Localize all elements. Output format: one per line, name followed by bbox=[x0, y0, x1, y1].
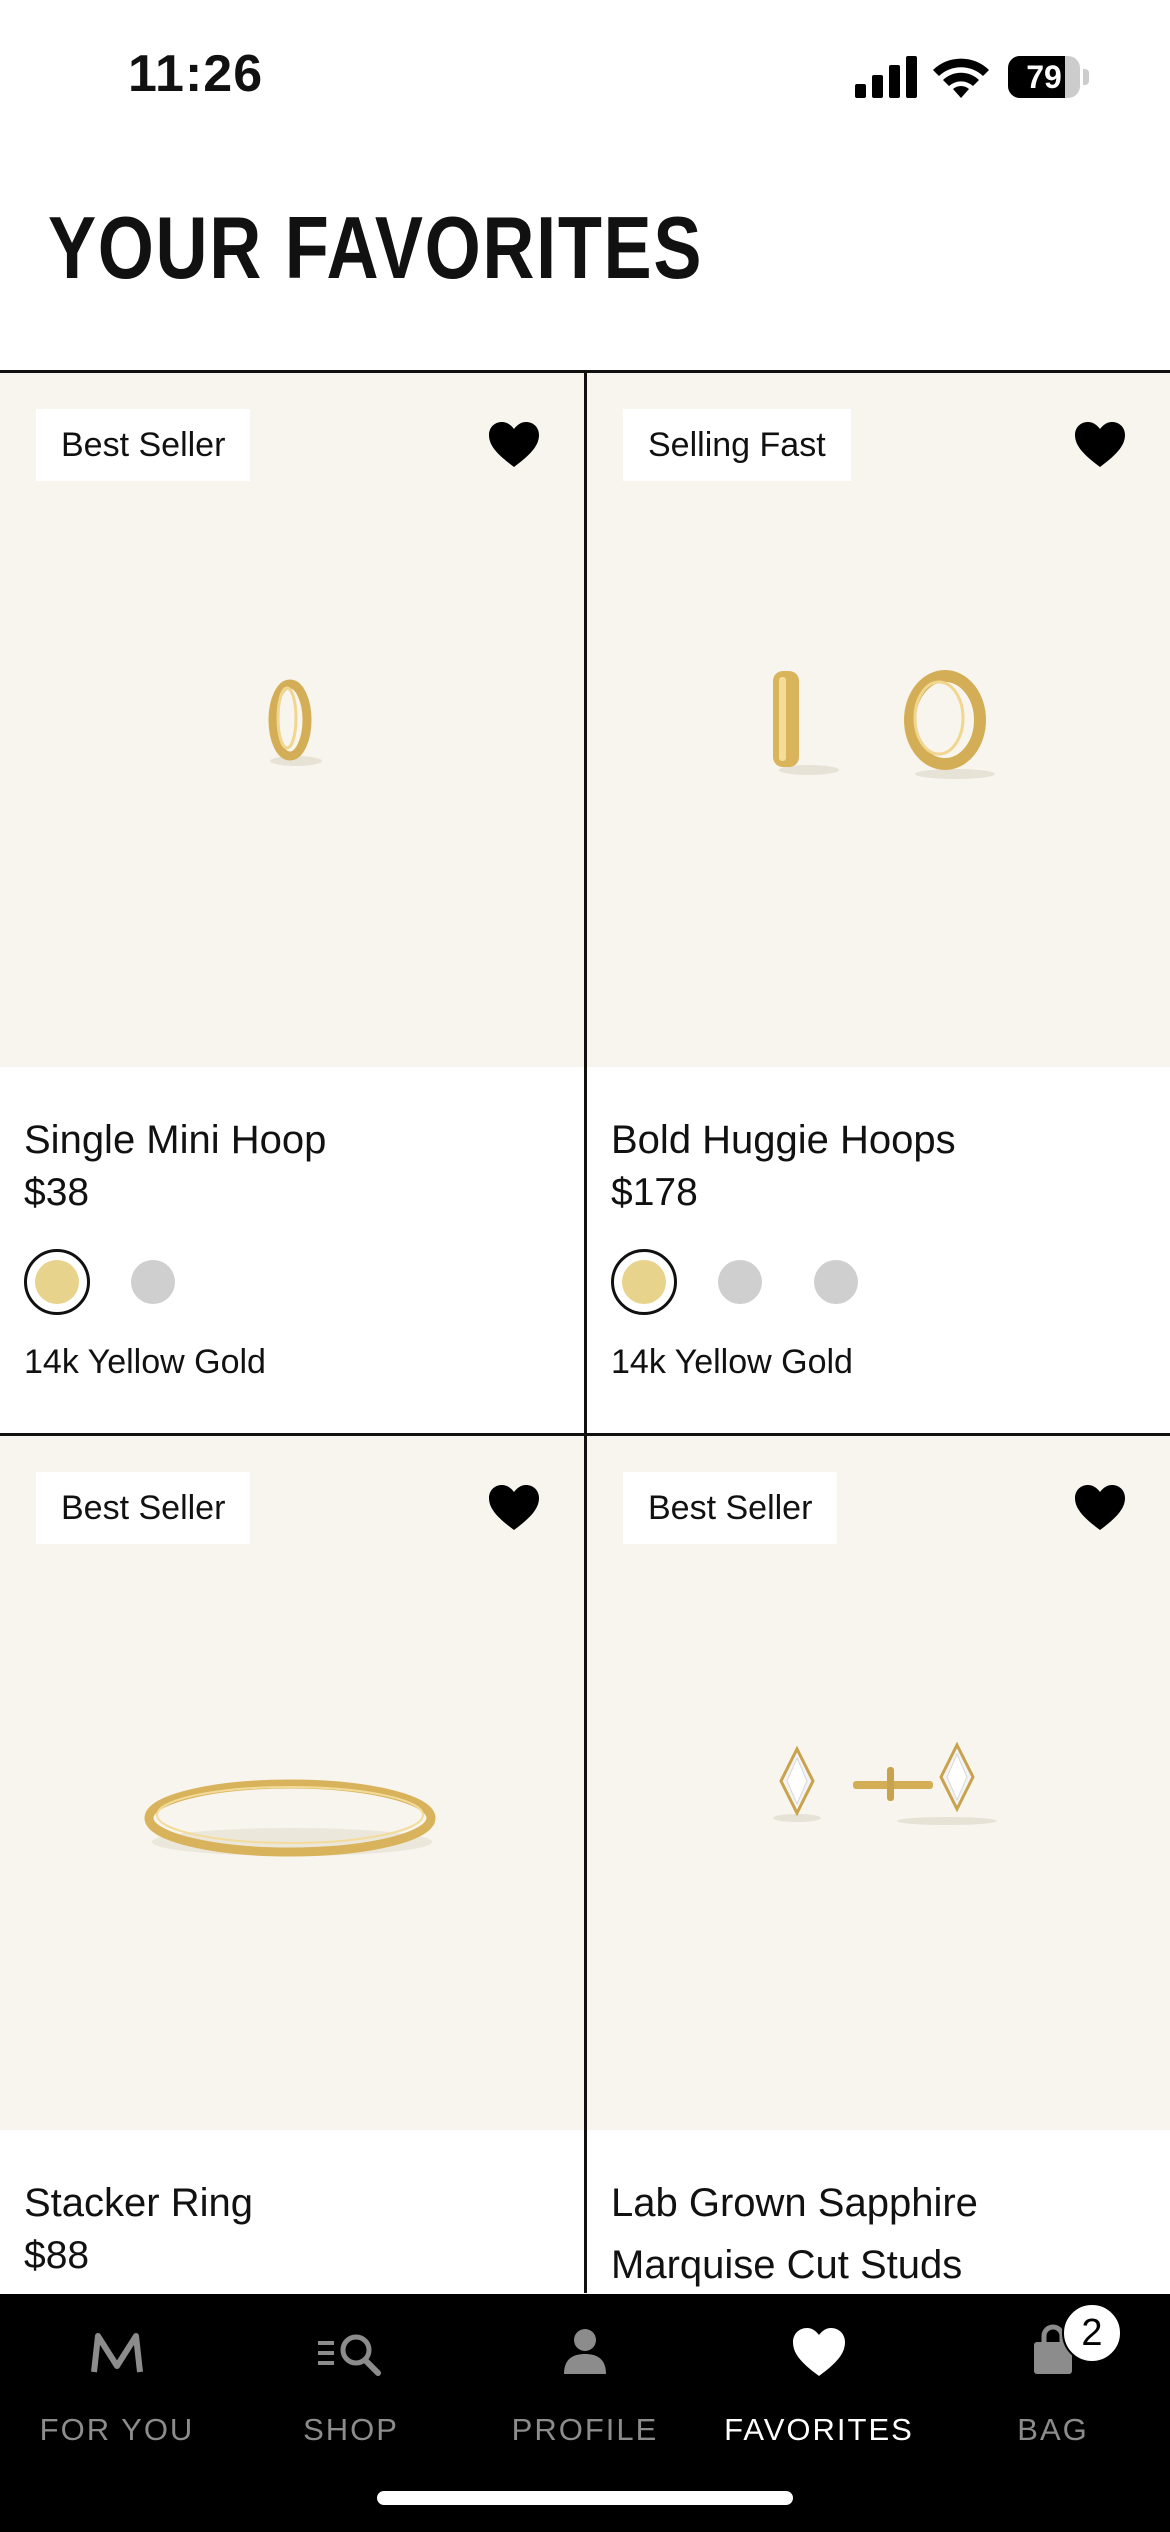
product-card[interactable]: Best Seller Stacker Ring $88 bbox=[0, 1436, 584, 2293]
product-card[interactable]: Best Seller Single Mini Hoop $38 14k Yel… bbox=[0, 373, 584, 1435]
person-icon bbox=[564, 2329, 606, 2374]
product-price: $38 bbox=[24, 1171, 90, 1214]
heart-icon[interactable] bbox=[1074, 421, 1126, 469]
variant-label: 14k Yellow Gold bbox=[24, 1343, 266, 1381]
product-name[interactable]: Lab Grown Sapphire Marquise Cut Studs bbox=[611, 2172, 1151, 2293]
cellular-signal-icon bbox=[855, 56, 917, 98]
wifi-icon bbox=[933, 58, 989, 98]
nav-label: FOR YOU bbox=[39, 2412, 195, 2447]
heart-icon bbox=[793, 2328, 845, 2376]
product-card[interactable]: Selling Fast Bold Huggie Hoops $178 14k … bbox=[587, 373, 1170, 1435]
swatch-gold[interactable] bbox=[24, 1249, 90, 1315]
battery-icon: 79 bbox=[1008, 56, 1090, 98]
page-title: YOUR FAVORITES bbox=[48, 198, 704, 297]
nav-label: SHOP bbox=[303, 2412, 399, 2447]
grid-divider-horizontal bbox=[0, 1433, 1170, 1436]
nav-label: BAG bbox=[1017, 2412, 1089, 2447]
product-card[interactable]: Best Seller Lab Grown Sapphire Marquise … bbox=[587, 1436, 1170, 2293]
search-list-icon bbox=[318, 2334, 381, 2376]
swatch-silver[interactable] bbox=[707, 1249, 773, 1315]
status-bar: 11:26 79 bbox=[0, 0, 1170, 150]
product-name[interactable]: Stacker Ring bbox=[24, 2172, 564, 2234]
nav-bag[interactable]: BAG bbox=[936, 2294, 1170, 2474]
product-badge: Selling Fast bbox=[623, 409, 851, 481]
product-price: $88 bbox=[24, 2234, 90, 2277]
product-image[interactable]: Best Seller bbox=[0, 373, 584, 1067]
home-indicator[interactable] bbox=[377, 2491, 793, 2505]
swatch-gold[interactable] bbox=[611, 1249, 677, 1315]
heart-icon[interactable] bbox=[488, 1484, 540, 1532]
product-name[interactable]: Single Mini Hoop bbox=[24, 1109, 564, 1171]
heart-icon[interactable] bbox=[1074, 1484, 1126, 1532]
product-image[interactable]: Selling Fast bbox=[587, 373, 1170, 1067]
nav-favorites[interactable]: FAVORITES bbox=[702, 2294, 936, 2474]
product-badge: Best Seller bbox=[36, 409, 251, 481]
product-image[interactable]: Best Seller bbox=[587, 1436, 1170, 2130]
product-price: $178 bbox=[611, 1171, 698, 1214]
heart-icon[interactable] bbox=[488, 421, 540, 469]
nav-label: FAVORITES bbox=[724, 2412, 914, 2447]
nav-for-you[interactable]: FOR YOU bbox=[0, 2294, 234, 2474]
monogram-m-icon bbox=[91, 2333, 143, 2373]
nav-label: PROFILE bbox=[511, 2412, 659, 2447]
swatch-silver[interactable] bbox=[803, 1249, 869, 1315]
grid-divider-vertical bbox=[584, 373, 587, 2293]
product-image[interactable]: Best Seller bbox=[0, 1436, 584, 2130]
product-name[interactable]: Bold Huggie Hoops bbox=[611, 1109, 1151, 1171]
favorites-grid: Best Seller Single Mini Hoop $38 14k Yel… bbox=[0, 373, 1170, 2293]
nav-shop[interactable]: SHOP bbox=[234, 2294, 468, 2474]
status-time: 11:26 bbox=[128, 45, 264, 103]
nav-profile[interactable]: PROFILE bbox=[468, 2294, 702, 2474]
variant-label: 14k Yellow Gold bbox=[611, 1343, 853, 1381]
battery-level: 79 bbox=[1026, 59, 1062, 95]
product-badge: Best Seller bbox=[623, 1472, 838, 1544]
product-badge: Best Seller bbox=[36, 1472, 251, 1544]
bag-count-badge: 2 bbox=[1062, 2303, 1122, 2363]
swatch-silver[interactable] bbox=[120, 1249, 186, 1315]
